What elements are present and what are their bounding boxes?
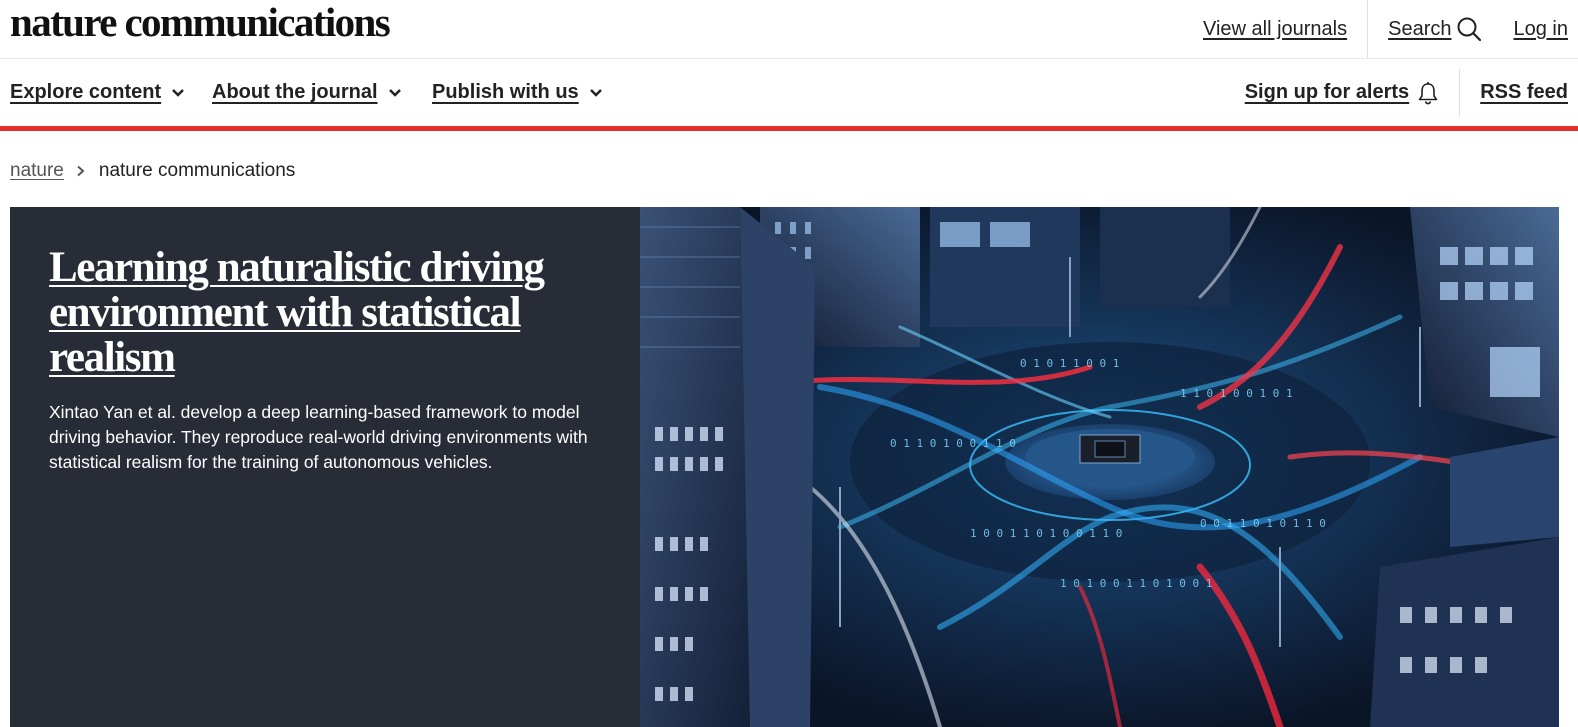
svg-text:1 1 0 1 0 0 1 0 1: 1 1 0 1 0 0 1 0 1 — [1180, 387, 1293, 400]
nav-explore-content[interactable]: Explore content — [10, 59, 185, 126]
chevron-down-icon — [172, 88, 185, 97]
svg-text:1 0 1 0 0 1 1 0 1 0 0 1: 1 0 1 0 0 1 1 0 1 0 0 1 — [1060, 577, 1212, 590]
nav-right: Sign up for alerts RSS feed — [1245, 59, 1568, 126]
svg-text:0 1 1 0 1 0 0 1 1 0: 0 1 1 0 1 0 0 1 1 0 — [890, 437, 1016, 450]
breadcrumb-link-nature[interactable]: nature — [10, 160, 64, 182]
divider — [1367, 0, 1369, 58]
hero-text-panel: Learning naturalistic driving environmen… — [10, 207, 640, 727]
rss-feed-link[interactable]: RSS feed — [1480, 81, 1568, 104]
nav-about-journal[interactable]: About the journal — [212, 59, 402, 126]
view-all-journals-link[interactable]: View all journals — [1203, 18, 1347, 41]
breadcrumb-current: nature communications — [98, 160, 296, 181]
nav-about-label[interactable]: About the journal — [212, 81, 378, 104]
chevron-down-icon — [589, 88, 602, 97]
search-icon[interactable] — [1456, 16, 1482, 42]
hero-title-link[interactable]: Learning naturalistic driving environmen… — [49, 245, 609, 380]
search-label[interactable]: Search — [1388, 18, 1451, 41]
site-logo[interactable]: nature communications — [10, 0, 391, 46]
header-links: View all journals Search Log in — [1203, 0, 1568, 58]
alerts-label[interactable]: Sign up for alerts — [1245, 81, 1409, 104]
sign-up-alerts-button[interactable]: Sign up for alerts — [1245, 59, 1439, 126]
divider — [1459, 68, 1461, 117]
nav-publish-label[interactable]: Publish with us — [432, 81, 579, 104]
svg-text:0 0 1 1 0 1 0 1 1 0: 0 0 1 1 0 1 0 1 1 0 — [1200, 517, 1326, 530]
login-link[interactable]: Log in — [1514, 18, 1569, 41]
svg-text:0 1 0 1 1 0 0 1: 0 1 0 1 1 0 0 1 — [1020, 357, 1119, 370]
site-header: nature communications View all journals … — [0, 0, 1578, 59]
breadcrumb: nature nature communications — [10, 157, 295, 185]
bell-icon — [1418, 81, 1438, 104]
nav-explore-label[interactable]: Explore content — [10, 81, 161, 104]
nav-publish-with-us[interactable]: Publish with us — [432, 59, 603, 126]
hero-feature: Learning naturalistic driving environmen… — [10, 207, 1559, 727]
hero-cover-image[interactable]: 0 1 1 0 1 0 0 1 1 0 1 0 0 1 1 0 1 0 0 1 … — [640, 207, 1559, 727]
accent-bar — [0, 126, 1578, 131]
hero-description: Xintao Yan et al. develop a deep learnin… — [49, 402, 588, 472]
chevron-right-icon — [76, 165, 85, 177]
search-button[interactable]: Search — [1388, 16, 1481, 42]
chevron-down-icon — [388, 88, 401, 97]
svg-text:1 0 0 1 1 0 1 0 0 1 1 0: 1 0 0 1 1 0 1 0 0 1 1 0 — [970, 527, 1122, 540]
main-nav: Explore content About the journal Publis… — [0, 59, 1578, 126]
